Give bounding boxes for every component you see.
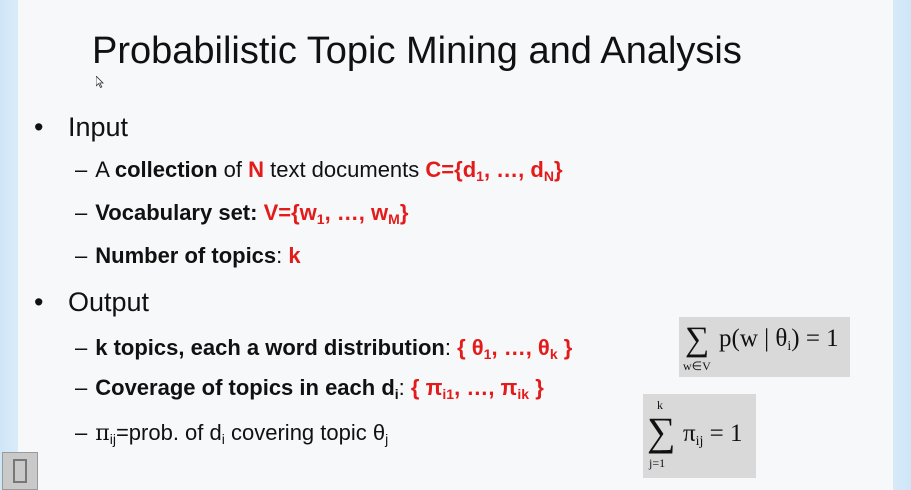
input-label: Input [68, 112, 129, 142]
bullet-output: • Output [34, 287, 149, 318]
text-red: , …, θ [491, 335, 550, 360]
text: of [217, 157, 249, 182]
text: = 1 [703, 420, 743, 447]
formula-expression: πij = 1 [683, 420, 743, 450]
bullet-dot: • [34, 112, 44, 142]
text-red: , …, w [324, 200, 389, 225]
text: covering topic θ [224, 420, 386, 445]
subscript: N [543, 168, 554, 184]
text-red: , …, d [483, 157, 544, 182]
text-red: N [248, 157, 264, 182]
text-red: { π [410, 375, 443, 400]
subscript: j [385, 431, 389, 447]
text: p(w | θ [719, 325, 788, 352]
text: =prob. of d [115, 420, 222, 445]
text-red: C={d [425, 157, 477, 182]
text-red: { θ [457, 335, 484, 360]
text-red: } [399, 200, 409, 225]
sum-symbol: ∑ [647, 409, 676, 454]
text: text documents [263, 157, 426, 182]
logo-mark [13, 459, 27, 483]
text-bold: collection [114, 157, 218, 182]
input-item-collection: – A collection of N text documents C={d1,… [75, 157, 563, 184]
text: : [276, 243, 289, 268]
output-item-definition: – πij=prob. of di covering topic θj [75, 420, 389, 447]
text: A [95, 157, 115, 182]
text-greek: π [95, 421, 110, 446]
sum-lower-limit: j=1 [649, 456, 666, 470]
text-red: } [557, 335, 573, 360]
text-bold: k topics, each a word distribution [95, 335, 445, 360]
text: : [444, 335, 458, 360]
text-red: } [553, 157, 563, 182]
subscript: 1 [316, 211, 325, 227]
logo-icon [2, 452, 38, 490]
formula-word-distribution: ∑ w∈V p(w | θi) = 1 [679, 317, 850, 377]
subscript: 1 [476, 168, 484, 184]
text: : [398, 375, 411, 400]
output-label: Output [68, 287, 150, 317]
subscript: k [549, 346, 558, 362]
sum-subscript: w∈V [683, 359, 711, 373]
text: ) = 1 [791, 325, 839, 352]
formula-coverage-sum: k ∑ j=1 πij = 1 [643, 394, 756, 478]
bullet-dot: • [34, 287, 44, 317]
text-bold: Coverage of topics in each d [95, 375, 395, 400]
text: π [683, 420, 696, 447]
bullet-input: • Input [34, 112, 128, 143]
subscript: ik [517, 386, 530, 402]
output-item-coverage: – Coverage of topics in each di: { πi1, …… [75, 375, 544, 402]
mouse-cursor-icon [96, 76, 104, 88]
output-item-topics: – k topics, each a word distribution: { θ… [75, 335, 573, 362]
text-bold: Vocabulary set: [95, 200, 258, 225]
text-red: V={w [257, 200, 317, 225]
text-red: , …, π [454, 375, 518, 400]
subscript: i1 [442, 386, 455, 402]
sum-symbol: ∑ [685, 321, 710, 358]
input-item-vocabulary: – Vocabulary set: V={w1, …, wM} [75, 200, 409, 227]
subscript: M [388, 211, 400, 227]
text-bold: Number of topics [95, 243, 277, 268]
slide-title: Probabilistic Topic Mining and Analysis [92, 30, 742, 72]
formula-expression: p(w | θi) = 1 [719, 325, 839, 355]
input-item-topics: – Number of topics: k [75, 243, 301, 268]
text-red: k [288, 243, 301, 268]
text-red: } [529, 375, 544, 400]
